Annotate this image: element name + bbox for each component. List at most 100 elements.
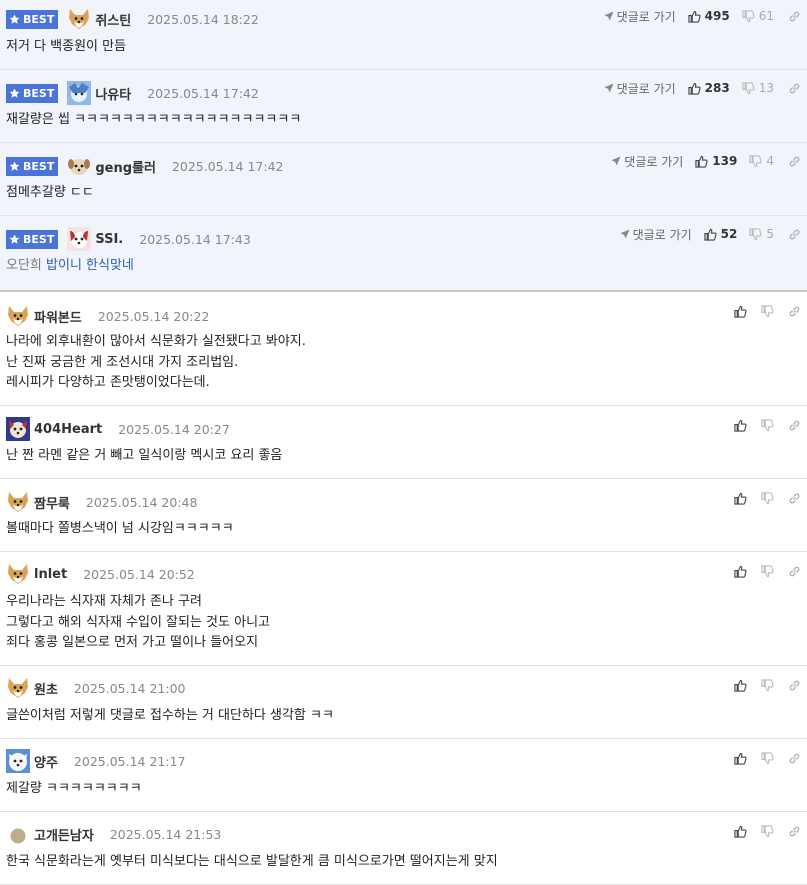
thumbs-up-icon bbox=[688, 10, 701, 23]
reply-link[interactable]: 댓글로 가기 bbox=[604, 80, 676, 97]
comment-line: 난 진짜 궁금한 게 조선시대 가지 조리법임. bbox=[6, 354, 239, 370]
nickname[interactable]: 원초 bbox=[34, 679, 58, 698]
best-badge: BEST bbox=[6, 83, 59, 103]
comment-line: 한국 식문화라는게 옛부터 미식보다는 대식으로 발달한게 큼 미식으로가면 떨… bbox=[6, 854, 498, 869]
comment: 원초 2025.05.14 21:00 글쓴이처럼 저렇게 댓글로 접수하는 거… bbox=[0, 666, 807, 739]
comment-link-text[interactable]: 밥이니 한식맞네 bbox=[46, 258, 134, 273]
link-icon[interactable] bbox=[787, 678, 801, 692]
link-icon[interactable] bbox=[787, 418, 801, 432]
star-icon bbox=[9, 161, 20, 171]
reply-link[interactable]: 댓글로 가기 bbox=[604, 8, 676, 25]
link-icon[interactable] bbox=[787, 81, 801, 95]
downvote-button[interactable]: 13 bbox=[742, 81, 774, 95]
nickname[interactable]: 나유타 bbox=[95, 84, 131, 103]
upvote-button[interactable]: 52 bbox=[704, 227, 737, 241]
downvote-button[interactable] bbox=[760, 564, 774, 578]
nickname[interactable]: lnlet bbox=[34, 567, 67, 582]
comment-text: 글쓴이처럼 저렇게 댓글로 접수하는 거 대단하다 생각함 ㅋㅋ bbox=[6, 706, 334, 727]
comment-date: 2025.05.14 21:17 bbox=[73, 753, 186, 769]
red-dog-avatar[interactable] bbox=[67, 227, 92, 251]
nickname[interactable]: 파워본드 bbox=[34, 307, 82, 326]
comment-text: 한국 식문화라는게 옛부터 미식보다는 대식으로 발달한게 큼 미식으로가면 떨… bbox=[6, 852, 498, 873]
thumbs-up-icon bbox=[695, 155, 708, 168]
downvote-button[interactable] bbox=[760, 491, 774, 505]
upvote-button[interactable] bbox=[733, 824, 747, 838]
heart-dog-avatar[interactable] bbox=[6, 417, 30, 441]
upvote-button[interactable] bbox=[733, 751, 747, 765]
upvote-button[interactable]: 283 bbox=[688, 81, 730, 95]
downvote-button[interactable]: 61 bbox=[742, 9, 774, 23]
shiba-avatar[interactable] bbox=[6, 676, 30, 700]
comment-text: 난 짠 라멘 같은 거 빼고 일식이랑 멕시코 요리 좋음 bbox=[6, 446, 282, 467]
send-icon bbox=[620, 229, 630, 239]
link-icon[interactable] bbox=[787, 154, 801, 168]
link-icon[interactable] bbox=[787, 824, 801, 838]
thumbs-down-icon bbox=[760, 564, 774, 577]
reply-link[interactable]: 댓글로 가기 bbox=[611, 153, 683, 170]
downvote-button[interactable] bbox=[760, 418, 774, 432]
upvote-button[interactable] bbox=[733, 678, 747, 692]
upvote-button[interactable]: 495 bbox=[688, 9, 730, 23]
upvote-button[interactable]: 139 bbox=[695, 154, 737, 168]
downvote-button[interactable] bbox=[760, 304, 774, 318]
thumbs-down-icon bbox=[760, 491, 774, 504]
comment: 짬무룩 2025.05.14 20:48 볼때마다 쫄병스낵이 넘 시강임ㅋㅋㅋ… bbox=[0, 479, 807, 552]
puppy-avatar[interactable] bbox=[67, 154, 91, 178]
downvote-button[interactable] bbox=[760, 751, 774, 765]
white-dog-avatar[interactable] bbox=[6, 749, 30, 773]
nickname[interactable]: 양주 bbox=[34, 752, 58, 771]
nickname[interactable]: geng룰러 bbox=[95, 157, 156, 176]
comment: lnlet 2025.05.14 20:52 우리나라는 식자재 자체가 존나 … bbox=[0, 552, 807, 666]
thumbs-up-icon bbox=[733, 679, 747, 692]
comment-line: 레시피가 다양하고 존맛탱이었다는데. bbox=[6, 375, 210, 390]
comment-line: 글쓴이처럼 저렇게 댓글로 접수하는 거 대단하다 생각함 ㅋㅋ bbox=[6, 708, 334, 723]
best-badge: BEST bbox=[6, 229, 59, 249]
quoted-user: 오단희 bbox=[6, 258, 42, 273]
comment: 고개든남자 2025.05.14 21:53 한국 식문화라는게 옛부터 미식보… bbox=[0, 812, 807, 885]
nickname[interactable]: 404Heart bbox=[34, 422, 102, 437]
send-icon bbox=[604, 11, 614, 21]
thumbs-down-icon bbox=[760, 418, 774, 431]
default-avatar[interactable] bbox=[6, 822, 30, 846]
downvote-button[interactable]: 4 bbox=[749, 154, 774, 168]
comment-line: 난 짠 라멘 같은 거 빼고 일식이랑 멕시코 요리 좋음 bbox=[6, 448, 283, 463]
link-icon[interactable] bbox=[787, 9, 801, 23]
reply-link[interactable]: 댓글로 가기 bbox=[620, 226, 692, 243]
comment-line: 볼때마다 쫄병스낵이 넘 시강임ㅋㅋㅋㅋㅋ bbox=[6, 521, 234, 536]
upvote-button[interactable] bbox=[733, 491, 747, 505]
nickname[interactable]: SSI. bbox=[95, 232, 123, 247]
comment-date: 2025.05.14 20:27 bbox=[118, 421, 230, 437]
shiba-avatar[interactable] bbox=[6, 490, 30, 514]
shiba-avatar[interactable] bbox=[67, 7, 91, 31]
thumbs-down-icon bbox=[742, 81, 755, 94]
link-icon[interactable] bbox=[787, 491, 801, 505]
thumbs-down-icon bbox=[760, 824, 774, 837]
nickname[interactable]: 고개든남자 bbox=[34, 825, 94, 844]
link-icon[interactable] bbox=[787, 564, 801, 578]
link-icon[interactable] bbox=[787, 751, 801, 765]
blue-character-avatar[interactable] bbox=[67, 81, 92, 105]
thumbs-up-icon bbox=[688, 82, 701, 95]
star-icon bbox=[9, 234, 20, 244]
thumbs-up-icon bbox=[733, 305, 747, 318]
thumbs-up-icon bbox=[733, 492, 747, 505]
downvote-button[interactable]: 5 bbox=[749, 227, 774, 241]
comment-text: 나라에 외후내환이 많아서 식문화가 실전됐다고 봐야지. 난 진짜 궁금한 게… bbox=[6, 332, 306, 394]
thumbs-down-icon bbox=[749, 154, 762, 167]
nickname[interactable]: 쥐스틴 bbox=[95, 10, 131, 29]
upvote-button[interactable] bbox=[733, 564, 747, 578]
best-badge: BEST bbox=[6, 156, 59, 176]
link-icon[interactable] bbox=[787, 304, 801, 318]
comment-date: 2025.05.14 20:48 bbox=[85, 494, 198, 510]
shiba-avatar[interactable] bbox=[6, 304, 30, 328]
thumbs-down-icon bbox=[760, 751, 774, 764]
downvote-button[interactable] bbox=[760, 678, 774, 692]
thumbs-up-icon bbox=[733, 752, 747, 765]
link-icon[interactable] bbox=[787, 227, 801, 241]
upvote-button[interactable] bbox=[733, 304, 747, 318]
upvote-button[interactable] bbox=[733, 418, 747, 432]
downvote-button[interactable] bbox=[760, 824, 774, 838]
comment-date: 2025.05.14 18:22 bbox=[147, 11, 259, 27]
nickname[interactable]: 짬무룩 bbox=[34, 493, 70, 512]
shiba-avatar[interactable] bbox=[6, 562, 30, 586]
